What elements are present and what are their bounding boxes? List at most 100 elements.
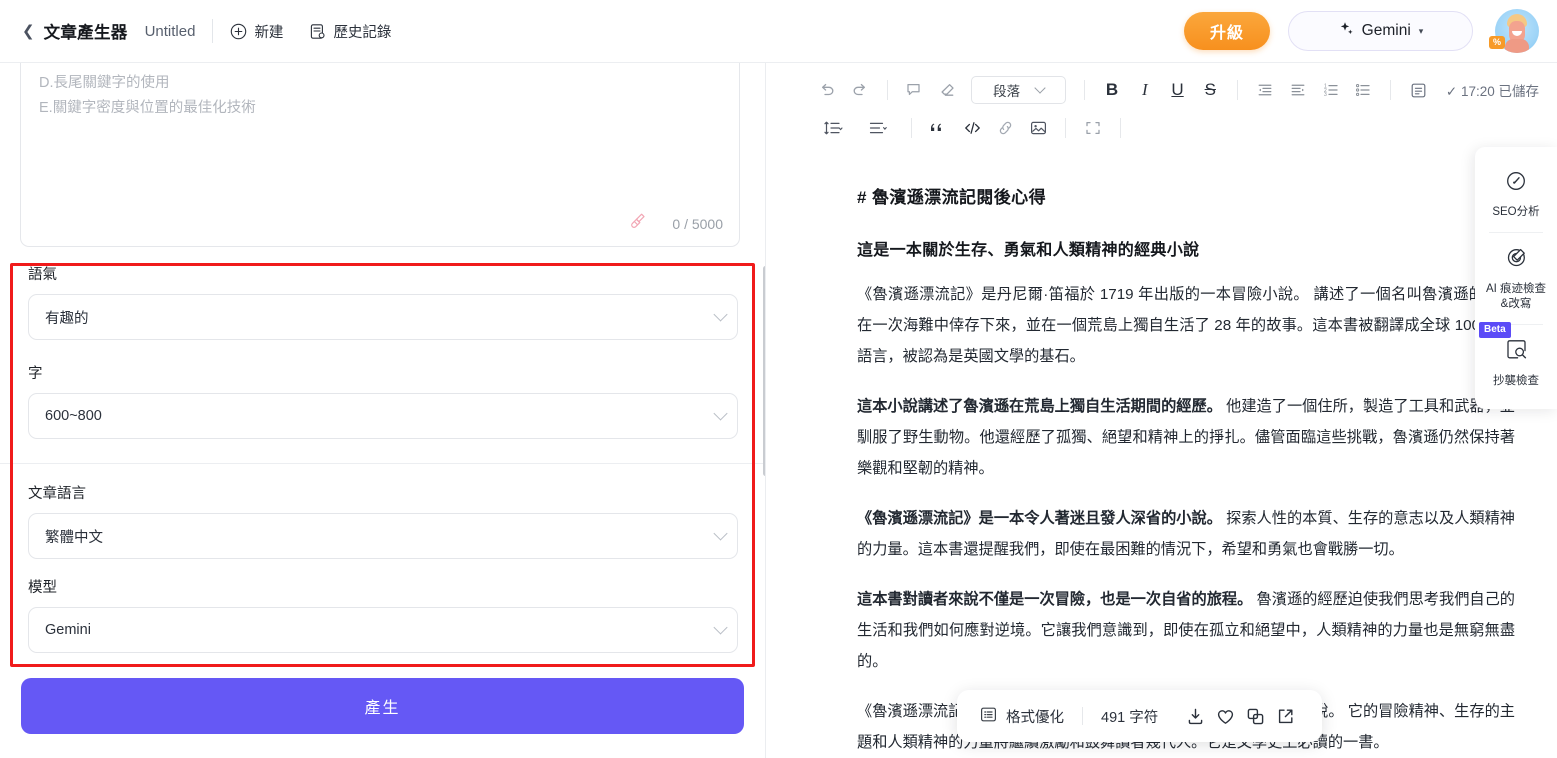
chevron-down-icon: [713, 307, 728, 322]
redo-icon[interactable]: [845, 75, 875, 105]
prompt-footer: 0 / 5000: [628, 211, 723, 236]
right-tools-rail: SEO分析 AI 痕迹檢查 &改寫 Beta 抄襲檢查: [1475, 147, 1557, 409]
toolbar-divider: [1084, 80, 1086, 100]
language-select-value: 繁體中文: [45, 529, 103, 546]
ai-detect-rewrite-label: AI 痕迹檢查 &改寫: [1485, 283, 1547, 310]
upgrade-button[interactable]: 升級: [1184, 12, 1270, 50]
sparkle-icon: [1338, 20, 1355, 42]
paragraph-lead: 《魯濱遜漂流記》是一本令人著迷且發人深省的小說。: [857, 510, 1222, 527]
italic-button[interactable]: I: [1130, 75, 1160, 105]
generate-button[interactable]: 產生: [21, 678, 744, 734]
avatar[interactable]: %: [1489, 9, 1539, 53]
fullscreen-icon[interactable]: [1078, 113, 1108, 143]
page-title: 文章產生器: [43, 24, 128, 42]
format-optimize-button[interactable]: 格式優化: [979, 705, 1064, 728]
settings-fields: 語氣 有趣的 字 600~800 文章語言 繁體中文 模型 Gemini: [0, 263, 765, 653]
blockquote-icon[interactable]: [924, 113, 954, 143]
toolbar-row-1: 段落 B I U S 123 ✓ 17:20 已儲存: [812, 71, 1539, 109]
download-icon[interactable]: [1180, 701, 1210, 731]
comment-icon[interactable]: [899, 75, 929, 105]
image-icon[interactable]: [1023, 113, 1053, 143]
save-document-icon[interactable]: [1403, 75, 1433, 105]
tone-select[interactable]: 有趣的: [28, 294, 738, 340]
history-button[interactable]: 歷史記錄: [309, 21, 391, 42]
rail-divider: [1489, 232, 1543, 233]
field-language: 文章語言 繁體中文: [0, 482, 765, 559]
back-chevron-icon[interactable]: ❮: [22, 24, 35, 39]
document-paragraph: 這本書對讀者來說不僅是一次冒險，也是一次自省的旅程。 魯濱遜的經歷迫使我們思考我…: [857, 584, 1515, 677]
prompt-textarea[interactable]: D.長尾關鍵字的使用 E.關鍵字密度與位置的最佳化技術 0 / 5000: [20, 63, 740, 247]
language-select[interactable]: 繁體中文: [28, 513, 738, 559]
document-heading-2: 這是一本關於生存、勇氣和人類精神的經典小說: [857, 242, 1200, 259]
link-icon[interactable]: [990, 113, 1020, 143]
block-style-select[interactable]: 段落: [970, 76, 1067, 104]
field-model: 模型 Gemini: [0, 576, 765, 653]
toolbar-divider: [1120, 118, 1121, 138]
app-header: ❮ 文章產生器 Untitled 新建 歷史記錄 升級 Gemini ▾ %: [0, 0, 1557, 63]
external-link-icon[interactable]: [1270, 701, 1300, 731]
fields-divider: [0, 463, 765, 464]
field-model-label: 模型: [28, 580, 57, 596]
model-selector[interactable]: Gemini ▾: [1288, 11, 1473, 51]
chevron-down-icon: [713, 620, 728, 635]
beta-badge: Beta: [1479, 322, 1511, 338]
avatar-body: [1505, 39, 1529, 53]
seo-analysis-button[interactable]: SEO分析: [1475, 161, 1557, 228]
underline-button[interactable]: U: [1163, 75, 1193, 105]
undo-icon[interactable]: [812, 75, 842, 105]
ordered-list-icon[interactable]: 123: [1316, 75, 1346, 105]
clear-broom-icon[interactable]: [628, 211, 648, 236]
history-label: 歷史記錄: [333, 24, 392, 41]
paragraph-lead: 這本小說講述了魯濱遜在荒島上獨自生活期間的經歷。: [857, 398, 1222, 415]
character-counter: 0 / 5000: [672, 215, 723, 232]
document-paragraph: 《魯濱遜漂流記》是丹尼爾·笛福於 1719 年出版的一本冒險小說。 講述了一個名…: [857, 279, 1515, 372]
plagiarism-check-label: 抄襲檢查: [1493, 375, 1539, 387]
bullet-list-icon[interactable]: [1348, 75, 1378, 105]
editor-panel: 段落 B I U S 123 ✓ 17:20 已儲存 # 魯濱遜漂流記閱後心得 …: [767, 63, 1557, 758]
avatar-discount-badge: %: [1489, 36, 1506, 49]
ai-detect-rewrite-button[interactable]: AI 痕迹檢查 &改寫: [1475, 237, 1557, 320]
toolbar-row-2: [812, 109, 1539, 147]
eraser-icon[interactable]: [932, 75, 962, 105]
wordcount-select[interactable]: 600~800: [28, 393, 738, 439]
chevron-down-icon: [713, 526, 728, 541]
outdent-icon[interactable]: [1250, 75, 1280, 105]
paragraph-lead: 這本書對讀者來說不僅是一次冒險，也是一次自省的旅程。: [857, 591, 1253, 608]
plagiarism-check-button[interactable]: Beta 抄襲檢查: [1475, 322, 1557, 397]
bold-button[interactable]: B: [1097, 75, 1127, 105]
left-panel-scrollbar[interactable]: [763, 266, 765, 476]
indent-icon[interactable]: [1283, 75, 1313, 105]
model-select[interactable]: Gemini: [28, 607, 738, 653]
prompt-text-content: D.長尾關鍵字的使用 E.關鍵字密度與位置的最佳化技術: [39, 75, 256, 116]
document-content[interactable]: # 魯濱遜漂流記閱後心得 這是一本關於生存、勇氣和人類精神的經典小說 《魯濱遜漂…: [767, 145, 1557, 758]
document-name[interactable]: Untitled: [145, 23, 196, 40]
plagiarism-search-icon: [1504, 337, 1529, 367]
line-height-icon[interactable]: [812, 113, 854, 143]
seo-analysis-label: SEO分析: [1492, 206, 1540, 218]
document-paragraph: 這本小說講述了魯濱遜在荒島上獨自生活期間的經歷。 他建造了一個住所，製造了工具和…: [857, 391, 1515, 484]
strikethrough-button[interactable]: S: [1195, 75, 1225, 105]
text-align-icon[interactable]: [857, 113, 899, 143]
field-tone: 語氣 有趣的: [0, 263, 765, 340]
model-selector-label: Gemini: [1361, 22, 1411, 39]
plus-circle-icon: [230, 23, 247, 40]
bottom-bar-divider: [1082, 707, 1083, 725]
code-block-icon[interactable]: [957, 113, 987, 143]
header-divider: [212, 19, 214, 43]
block-style-value: 段落: [993, 84, 1021, 99]
editor-bottom-bar: 格式優化 491 字符: [957, 690, 1323, 742]
save-status: ✓ 17:20 已儲存: [1445, 84, 1539, 99]
history-icon: [309, 23, 326, 40]
chevron-down-icon: ▾: [1418, 25, 1424, 36]
new-document-button[interactable]: 新建: [230, 21, 283, 42]
editor-toolbar: 段落 B I U S 123 ✓ 17:20 已儲存: [767, 63, 1557, 145]
toolbar-divider: [886, 80, 888, 100]
toolbar-divider: [1065, 118, 1066, 138]
tone-select-value: 有趣的: [45, 310, 89, 327]
toolbar-divider: [1237, 80, 1239, 100]
copy-icon[interactable]: [1240, 701, 1270, 731]
field-tone-label: 語氣: [28, 267, 57, 283]
heart-icon[interactable]: [1210, 701, 1240, 731]
wordcount-select-value: 600~800: [45, 408, 102, 424]
document-paragraph: 《魯濱遜漂流記》是一本令人著迷且發人深省的小說。 探索人性的本質、生存的意志以及…: [857, 503, 1515, 565]
